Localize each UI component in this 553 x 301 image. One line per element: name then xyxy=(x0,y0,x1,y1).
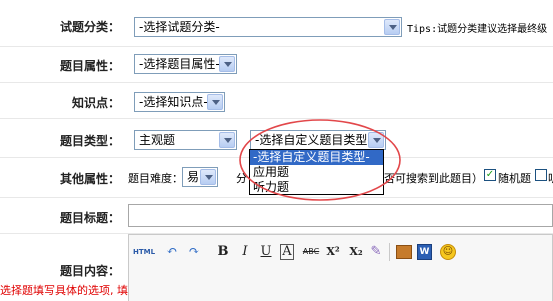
category-tips: Tips:试题分类建议选择最终级 xyxy=(407,24,548,35)
chevron-down-icon xyxy=(384,19,400,35)
bold-icon[interactable]: B xyxy=(216,244,230,260)
content-label: 题目内容： xyxy=(59,264,120,278)
trailing-checkbox[interactable] xyxy=(535,169,547,181)
strikethrough-icon[interactable]: ABC xyxy=(302,244,320,260)
underline-icon[interactable]: U xyxy=(259,244,273,260)
custom-type-dropdown: -选择自定义题目类型- 应用题 听力题 xyxy=(249,149,384,195)
chevron-down-icon xyxy=(219,132,235,148)
other-label: 其他属性： xyxy=(59,172,120,186)
html-source-icon[interactable]: HTML xyxy=(133,244,155,260)
chevron-down-icon xyxy=(200,169,216,185)
category-select-value: -选择试题分类- xyxy=(139,20,220,34)
category-row: 试题分类： -选择试题分类- Tips:试题分类建议选择最终级 xyxy=(0,0,553,47)
attribute-select[interactable]: -选择题目属性- xyxy=(134,54,237,74)
category-select[interactable]: -选择试题分类- xyxy=(134,17,402,37)
custom-type-select[interactable]: -选择自定义题目类型- xyxy=(250,130,386,150)
custom-type-select-value: -选择自定义题目类型- xyxy=(255,133,372,147)
undo-icon[interactable]: ↶ xyxy=(164,244,180,260)
dropdown-option[interactable]: 听力题 xyxy=(250,180,383,195)
type-select[interactable]: 主观题 xyxy=(134,130,237,150)
random-label: 随机题 xyxy=(498,172,531,185)
difficulty-select-value: 易 xyxy=(187,170,200,184)
chevron-down-icon xyxy=(207,94,223,110)
type-select-value: 主观题 xyxy=(139,133,176,147)
attribute-select-value: -选择题目属性- xyxy=(139,57,220,71)
random-checkbox[interactable]: ✓ xyxy=(484,169,496,181)
knowledge-select-value: -选择知识点- xyxy=(139,95,208,109)
dropdown-option-selected[interactable]: -选择自定义题目类型- xyxy=(250,150,383,165)
other-partial-text-right: 否可搜索到此题目） xyxy=(384,172,483,185)
eraser-icon[interactable]: ✎ xyxy=(369,244,383,260)
italic-icon[interactable]: I xyxy=(238,244,252,260)
content-note: 选择题填写具体的选项, 填 xyxy=(0,284,128,297)
difficulty-select[interactable]: 易 xyxy=(182,167,218,187)
redo-icon[interactable]: ↷ xyxy=(186,244,202,260)
type-label: 题目类型： xyxy=(59,134,120,148)
font-color-icon[interactable]: A xyxy=(280,244,294,260)
difficulty-label: 题目难度： xyxy=(128,172,183,185)
dropdown-option[interactable]: 应用题 xyxy=(250,165,383,180)
trailing-label: 听 xyxy=(548,170,553,186)
emoticon-icon[interactable]: ☺ xyxy=(440,244,456,260)
attribute-label: 题目属性： xyxy=(59,59,120,73)
content-area: 题目内容： 选择题填写具体的选项, 填 xyxy=(0,234,553,301)
dropdown-option-label: 应用题 xyxy=(253,165,290,179)
word-icon[interactable]: W xyxy=(417,244,432,260)
subscript-icon[interactable]: X₂ xyxy=(347,244,365,260)
chevron-down-icon xyxy=(368,132,384,148)
knowledge-label: 知识点： xyxy=(71,96,120,110)
knowledge-row: 知识点： -选择知识点- xyxy=(0,83,553,119)
dropdown-option-label: -选择自定义题目类型- xyxy=(253,150,370,164)
title-input[interactable] xyxy=(128,204,553,227)
toolbar-divider xyxy=(389,243,390,261)
attribute-row: 题目属性： -选择题目属性- xyxy=(0,47,553,83)
knowledge-select[interactable]: -选择知识点- xyxy=(134,92,225,112)
dropdown-option-label: 听力题 xyxy=(253,180,290,194)
other-partial-text-left: 分 xyxy=(236,172,247,185)
superscript-icon[interactable]: X² xyxy=(324,244,342,260)
chevron-down-icon xyxy=(219,56,235,72)
category-label: 试题分类： xyxy=(59,20,120,34)
title-label: 题目标题： xyxy=(59,211,120,225)
image-icon[interactable] xyxy=(396,245,412,259)
title-row: 题目标题： xyxy=(0,198,553,234)
